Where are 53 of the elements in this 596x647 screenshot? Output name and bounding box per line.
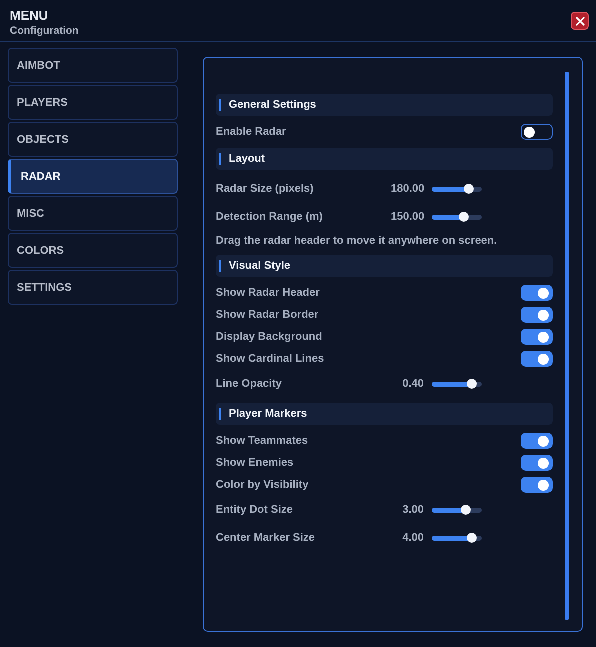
setting-label: Entity Dot Size xyxy=(216,504,294,516)
toggle-switch[interactable] xyxy=(521,477,553,493)
sidebar-item[interactable]: COLORS xyxy=(8,233,178,268)
toggle-switch[interactable] xyxy=(521,351,553,367)
section-header: Player Markers xyxy=(216,403,553,425)
setting-label: Show Enemies xyxy=(216,457,295,469)
section-header: Layout xyxy=(216,148,553,170)
menu-subtitle: Configuration xyxy=(10,25,79,37)
section-header: General Settings xyxy=(216,94,553,116)
slider-thumb[interactable] xyxy=(464,184,474,194)
slider-thumb[interactable] xyxy=(459,212,469,222)
setting-label: Show Radar Border xyxy=(216,309,320,321)
section-header: Visual Style xyxy=(216,255,553,277)
toggle-switch[interactable] xyxy=(521,285,553,301)
slider-value: 3.00 xyxy=(402,504,424,516)
toggle-switch[interactable] xyxy=(521,455,553,471)
slider[interactable] xyxy=(432,186,482,192)
toggle-switch[interactable] xyxy=(521,433,553,449)
sidebar-item[interactable]: AIMBOT xyxy=(8,48,178,83)
slider[interactable] xyxy=(432,536,482,540)
slider[interactable] xyxy=(432,382,482,386)
toggle-switch[interactable] xyxy=(521,124,553,140)
slider[interactable] xyxy=(432,508,482,512)
setting-label: Show Cardinal Lines xyxy=(216,353,326,365)
slider-thumb[interactable] xyxy=(467,378,477,388)
sidebar-item[interactable]: MISC xyxy=(8,196,178,231)
setting-label: Enable Radar xyxy=(216,126,288,138)
sidebar-item[interactable]: OBJECTS xyxy=(8,122,178,157)
slider-value: 150.00 xyxy=(391,211,424,223)
sidebar-item[interactable]: PLAYERS xyxy=(8,85,178,120)
slider-thumb[interactable] xyxy=(467,532,477,542)
setting-label: Radar Size (pixels) xyxy=(216,183,315,195)
slider-value: 0.40 xyxy=(402,378,424,390)
scrollbar[interactable] xyxy=(565,72,569,620)
slider[interactable] xyxy=(432,214,482,220)
slider-value: 180.00 xyxy=(391,183,424,195)
setting-label: Line Opacity xyxy=(216,378,284,390)
sidebar-item[interactable]: RADAR xyxy=(8,159,178,194)
slider-value: 4.00 xyxy=(402,532,424,544)
setting-label: Detection Range (m) xyxy=(216,211,324,223)
sidebar-item[interactable]: SETTINGS xyxy=(8,270,178,305)
setting-label: Show Radar Header xyxy=(216,287,321,299)
toggle-switch[interactable] xyxy=(521,307,553,323)
toggle-switch[interactable] xyxy=(521,329,553,345)
hint-text: Drag the radar header to move it anywhere on screen. xyxy=(216,235,498,247)
menu-title: MENU xyxy=(10,8,50,23)
setting-label: Center Marker Size xyxy=(216,532,316,544)
close-button[interactable] xyxy=(571,12,589,30)
close-icon xyxy=(576,16,584,26)
setting-label: Display Background xyxy=(216,331,324,343)
setting-label: Color by Visibility xyxy=(216,479,310,491)
slider-thumb[interactable] xyxy=(461,504,471,514)
setting-label: Show Teammates xyxy=(216,435,310,447)
